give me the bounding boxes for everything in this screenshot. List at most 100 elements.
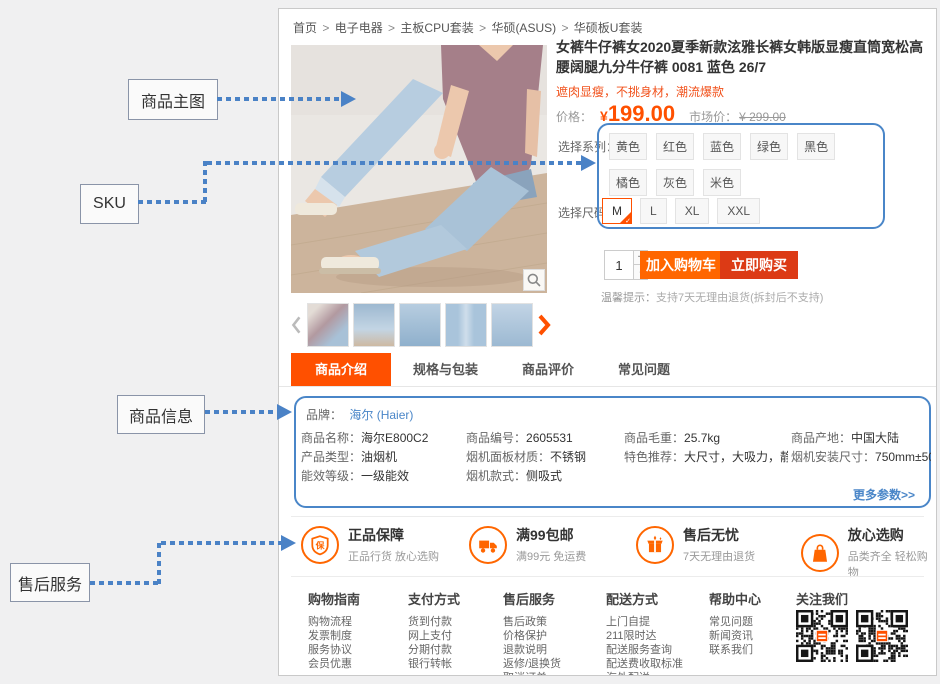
info-row: 商品名称：海尔E800C2 <box>301 429 463 448</box>
footer-link[interactable]: 发票制度 <box>308 629 360 643</box>
service-badge[interactable]: 满99包邮满99元 免运费 <box>469 525 586 564</box>
footer-link[interactable]: 上门自提 <box>606 615 683 629</box>
product-subtitle: 遮肉显瘦，不挑身材，潮流爆款 <box>556 83 724 100</box>
service-badge-desc: 正品行货 放心选购 <box>348 548 439 564</box>
notice-text: 温馨提示：支持7天无理由退货(拆封后不支持) <box>601 289 823 305</box>
info-column: 商品产地：中国大陆烟机安装尺寸：750mm±50mm（烟… <box>791 429 931 467</box>
footer-link[interactable]: 211限时达 <box>606 629 683 643</box>
sku-size-option-selected[interactable]: M <box>602 198 632 224</box>
info-label: 商品产地： <box>791 431 851 445</box>
footer-link[interactable]: 常见问题 <box>709 615 761 629</box>
footer-link[interactable]: 售后政策 <box>503 615 561 629</box>
footer-link[interactable]: 取消订单 <box>503 671 561 676</box>
service-badge[interactable]: 放心选购品类齐全 轻松购物 <box>801 525 937 580</box>
zoom-button[interactable] <box>523 269 545 291</box>
breadcrumb-item[interactable]: 华硕板U套装 <box>574 21 643 35</box>
footer-link[interactable]: 配送服务查询 <box>606 643 683 657</box>
qr-code <box>856 610 908 662</box>
qr-code <box>796 610 848 662</box>
footer-link[interactable]: 购物流程 <box>308 615 360 629</box>
tab-reviews[interactable]: 商品评价 <box>500 353 596 386</box>
quantity-value[interactable]: 1 <box>604 250 634 280</box>
divider <box>291 576 924 577</box>
sku-color-option[interactable]: 米色 <box>703 169 741 196</box>
chevron-left-icon[interactable] <box>289 313 303 337</box>
breadcrumb-item[interactable]: 华硕(ASUS) <box>491 21 556 35</box>
thumbnail-1[interactable] <box>307 303 349 347</box>
truck-icon <box>469 526 507 564</box>
breadcrumb-separator: > <box>558 21 572 35</box>
breadcrumb-item[interactable]: 首页 <box>293 21 317 35</box>
footer-link[interactable]: 银行转帐 <box>408 657 460 671</box>
info-label: 商品名称： <box>301 431 361 445</box>
notice-body: 支持7天无理由退货(拆封后不支持) <box>656 292 823 304</box>
tab-faq[interactable]: 常见问题 <box>596 353 692 386</box>
footer-column-title: 支付方式 <box>408 589 460 608</box>
thumbnail-3[interactable] <box>399 303 441 347</box>
add-to-cart-button[interactable]: 加入购物车 <box>640 251 722 279</box>
thumbnail-4[interactable] <box>445 303 487 347</box>
service-badge-desc: 满99元 免运费 <box>516 548 586 564</box>
service-badge[interactable]: 保正品保障正品行货 放心选购 <box>301 525 439 564</box>
footer-link[interactable]: 价格保护 <box>503 629 561 643</box>
footer-link[interactable]: 新闻资讯 <box>709 629 761 643</box>
info-label: 烟机款式： <box>466 469 526 483</box>
sku-size-option[interactable]: L <box>640 198 667 224</box>
box-icon <box>636 526 674 564</box>
sku-size-option[interactable]: XL <box>675 198 710 224</box>
annotation-arrow-after-sale <box>90 581 158 585</box>
sku-color-option[interactable]: 灰色 <box>656 169 694 196</box>
breadcrumb-item[interactable]: 电子电器 <box>335 21 383 35</box>
info-label: 商品编号： <box>466 431 526 445</box>
footer-column-title: 购物指南 <box>308 589 360 608</box>
svg-text:保: 保 <box>315 539 325 550</box>
footer-link[interactable]: 联系我们 <box>709 643 761 657</box>
qr-codes <box>796 610 908 662</box>
info-value: 中国大陆 <box>851 431 899 445</box>
info-row: 烟机安装尺寸：750mm±50mm（烟… <box>791 448 931 467</box>
footer-link[interactable]: 分期付款 <box>408 643 460 657</box>
thumbnail-2[interactable] <box>353 303 395 347</box>
footer-link[interactable]: 服务协议 <box>308 643 360 657</box>
chevron-right-icon[interactable] <box>537 313 551 337</box>
sku-color-option[interactable]: 绿色 <box>750 133 788 160</box>
info-value: 海尔E800C2 <box>361 431 428 445</box>
annotation-main-image-label: 商品主图 <box>128 79 218 120</box>
buy-now-button[interactable]: 立即购买 <box>720 251 798 279</box>
tab-specs[interactable]: 规格与包装 <box>391 353 500 386</box>
service-badge[interactable]: 售后无忧7天无理由退货 <box>636 525 755 564</box>
footer-link[interactable]: 会员优惠 <box>308 657 360 671</box>
product-title: 女裤牛仔裤女2020夏季新款泫雅长裤女韩版显瘦直筒宽松高腰阔腿九分牛仔裤 008… <box>556 37 932 77</box>
arrowhead-icon <box>341 91 356 107</box>
footer-link[interactable]: 退款说明 <box>503 643 561 657</box>
sku-color-option[interactable]: 黑色 <box>797 133 835 160</box>
sku-color-option[interactable]: 橘色 <box>609 169 647 196</box>
sku-color-option[interactable]: 红色 <box>656 133 694 160</box>
tab-intro[interactable]: 商品介绍 <box>291 353 391 386</box>
breadcrumb-separator: > <box>319 21 333 35</box>
product-main-image[interactable] <box>291 45 547 293</box>
footer-link[interactable]: 网上支付 <box>408 629 460 643</box>
breadcrumb-item[interactable]: 主板CPU套装 <box>400 21 473 35</box>
tab-bar: 商品介绍规格与包装商品评价常见问题 <box>279 353 936 387</box>
info-value: 不锈钢 <box>550 450 586 464</box>
service-badges: 保正品保障正品行货 放心选购满99包邮满99元 免运费售后无忧7天无理由退货放心… <box>279 521 937 575</box>
notice-label: 温馨提示： <box>601 292 656 304</box>
sku-color-option[interactable]: 黄色 <box>609 133 647 160</box>
footer-link[interactable]: 返修/退换货 <box>503 657 561 671</box>
footer-column-guide: 购物指南购物流程发票制度服务协议会员优惠 <box>308 589 360 671</box>
thumbnail-5[interactable] <box>491 303 533 347</box>
service-badge-text: 放心选购品类齐全 轻松购物 <box>848 525 937 580</box>
sku-color-option[interactable]: 蓝色 <box>703 133 741 160</box>
arrowhead-icon <box>281 535 296 551</box>
more-params-link[interactable]: 更多参数>> <box>294 486 931 503</box>
footer-link[interactable]: 海外配送 <box>606 671 683 676</box>
footer-link[interactable]: 货到付款 <box>408 615 460 629</box>
sku-size-option[interactable]: XXL <box>717 198 760 224</box>
brand-link[interactable]: 海尔 (Haier) <box>349 408 413 422</box>
info-value: 一级能效 <box>361 469 409 483</box>
follow-us-title: 关注我们 <box>796 589 848 608</box>
footer-link[interactable]: 配送费收取标准 <box>606 657 683 671</box>
arrowhead-icon <box>277 404 292 420</box>
info-row: 商品产地：中国大陆 <box>791 429 931 448</box>
